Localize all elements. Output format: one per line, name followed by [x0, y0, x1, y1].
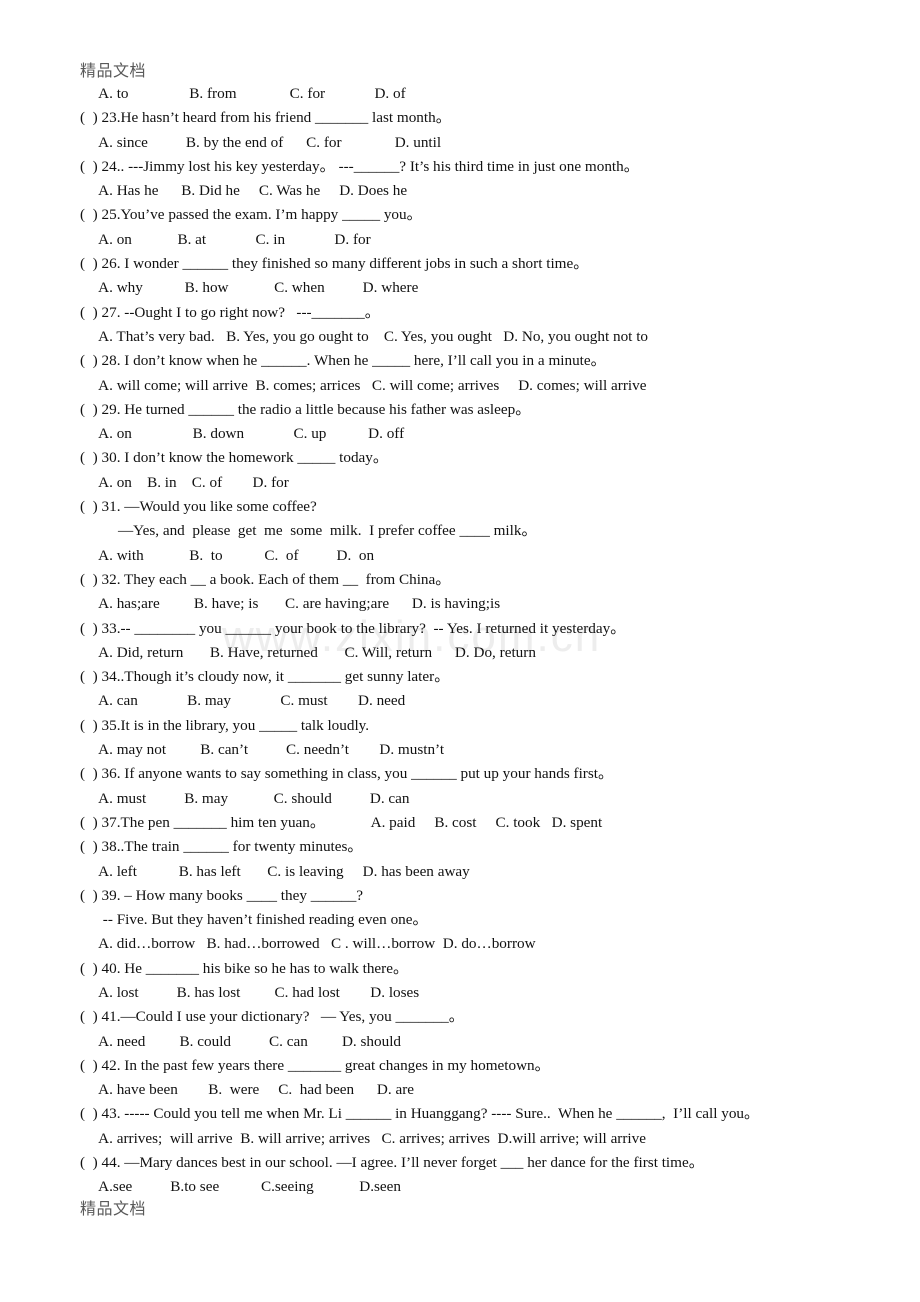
option-line: A. with B. to C. of D. on — [80, 546, 375, 564]
question-line: ( ) 42. In the past few years there ____… — [80, 1056, 550, 1074]
question-line: ( ) 44. —Mary dances best in our school.… — [80, 1154, 704, 1172]
question-line: ( ) 26. I wonder ______ they finished so… — [80, 255, 589, 273]
question-line: ( ) 33.-- ________ you ______ your book … — [80, 619, 626, 637]
option-line: A. can B. may C. must D. need — [80, 692, 406, 710]
question-line: ( ) 40. He _______ his bike so he has to… — [80, 959, 409, 977]
option-line: A. lost B. has lost C. had lost D. loses — [80, 983, 420, 1001]
page-header: 精品文档 — [80, 63, 147, 80]
question-line: ( ) 28. I don’t know when he ______. Whe… — [80, 352, 606, 370]
question-line: ( ) 39. – How many books ____ they _____… — [80, 886, 364, 904]
question-line: ( ) 27. --Ought I to go right now? ---__… — [80, 303, 380, 321]
question-line: ( ) 36. If anyone wants to say something… — [80, 765, 614, 783]
option-line: A. arrives; will arrive B. will arrive; … — [80, 1129, 646, 1147]
document-page: www.zixin.com.cn 精品文档 A. to B. from C. f… — [0, 0, 920, 1302]
option-line: A. may not B. can’t C. needn’t D. mustn’… — [80, 741, 445, 759]
option-line: A. has;are B. have; is C. are having;are… — [80, 595, 501, 613]
option-line: A. since B. by the end of C. for D. unti… — [80, 133, 442, 151]
question-line: ( ) 30. I don’t know the homework _____ … — [80, 449, 389, 467]
question-line: ( ) 38..The train ______ for twenty minu… — [80, 838, 363, 856]
question-continuation-line: -- Five. But they haven’t finished readi… — [80, 911, 428, 929]
question-list: A. to B. from C. for D. of ( ) 23.He hasn… — [0, 82, 920, 1200]
option-line: A. will come; will arrive B. comes; arri… — [80, 376, 647, 394]
option-line: A. must B. may C. should D. can — [80, 789, 410, 807]
document-content: 精品文档 A. to B. from C. for D. of ( ) 23.He… — [0, 0, 920, 1200]
option-line: A. on B. down C. up D. off — [80, 425, 405, 443]
option-line: A. why B. how C. when D. where — [80, 279, 419, 297]
option-line: A. That’s very bad. B. Yes, you go ought… — [80, 327, 649, 345]
question-line: ( ) 24.. ---Jimmy lost his key yesterday… — [80, 157, 639, 175]
option-line: A. on B. at C. in D. for — [80, 230, 371, 248]
question-line: ( ) 32. They each __ a book. Each of the… — [80, 570, 451, 588]
question-line: ( ) 37.The pen _______ him ten yuan。 A. … — [80, 813, 603, 831]
page-footer: 精品文档 — [80, 1201, 147, 1218]
option-line: A. left B. has left C. is leaving D. has… — [80, 862, 470, 880]
question-line: ( ) 41.—Could I use your dictionary? — Y… — [80, 1008, 464, 1026]
option-line: A. Has he B. Did he C. Was he D. Does he — [80, 182, 408, 200]
option-line: A. Did, return B. Have, returned C. Will… — [80, 643, 536, 661]
question-line: ( ) 34..Though it’s cloudy now, it _____… — [80, 668, 450, 686]
question-line: ( ) 35.It is in the library, you _____ t… — [80, 716, 370, 734]
option-line: A. have been B. were C. had been D. are — [80, 1081, 415, 1099]
option-line: A.see B.to see C.seeing D.seen — [80, 1178, 402, 1196]
option-line: A. did…borrow B. had…borrowed C . will…b… — [80, 935, 536, 953]
question-continuation-line: —Yes, and please get me some milk. I pre… — [80, 522, 537, 540]
question-line: ( ) 43. ----- Could you tell me when Mr.… — [80, 1105, 760, 1123]
question-line: ( ) 29. He turned ______ the radio a lit… — [80, 400, 531, 418]
question-line: ( ) 23.He hasn’t heard from his friend _… — [80, 109, 451, 127]
option-line: A. need B. could C. can D. should — [80, 1032, 402, 1050]
question-line: ( ) 25.You’ve passed the exam. I’m happy… — [80, 206, 422, 224]
option-line: A. to B. from C. for D. of — [80, 85, 406, 102]
option-line: A. on B. in C. of D. for — [80, 473, 289, 491]
question-line: ( ) 31. —Would you like some coffee? — [80, 498, 317, 516]
